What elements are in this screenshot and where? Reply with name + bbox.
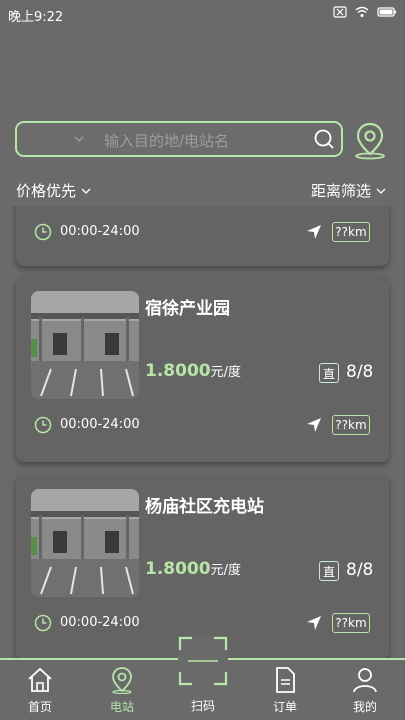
home-icon — [28, 667, 52, 692]
chevron-down-icon — [376, 188, 386, 194]
price-value: 1.8000 — [145, 361, 211, 381]
navigation-arrow-icon[interactable] — [306, 224, 322, 240]
sort-filter-label: 价格优先 — [16, 182, 77, 200]
tab-label: 我的 — [352, 700, 377, 714]
battery-icon — [377, 7, 396, 17]
distance-badge: ??km — [332, 613, 370, 633]
price-unit: 元/度 — [210, 365, 241, 380]
station-name[interactable]: 宿徐产业园 — [145, 294, 230, 319]
distance-filter[interactable]: 距离筛选 — [311, 180, 387, 201]
sort-filter[interactable]: 价格优先 — [16, 180, 92, 201]
scan-icon[interactable] — [178, 636, 228, 686]
close-notification-icon — [333, 6, 347, 18]
station-list[interactable]: 00:00-24:00 ??km 宿徐产业园 1.8000元/度 直 8/8 0… — [0, 206, 405, 658]
search-input[interactable]: 输入目的地/电站名 — [104, 130, 229, 151]
price-value: 1.8000 — [145, 559, 211, 579]
station-hours: 00:00-24:00 — [60, 615, 140, 630]
station-price: 1.8000元/度 — [145, 361, 241, 381]
status-icons — [333, 6, 397, 18]
available-chargers: 8/8 — [346, 362, 374, 382]
station-card[interactable]: 00:00-24:00 ??km — [16, 206, 389, 266]
station-hours: 00:00-24:00 — [60, 224, 140, 239]
direct-charge-badge: 直 — [319, 561, 339, 581]
search-icon[interactable] — [313, 128, 335, 150]
tab-scan-label[interactable]: 扫码 — [173, 697, 233, 714]
chevron-down-icon — [81, 188, 91, 194]
tab-orders[interactable]: 订单 — [255, 660, 315, 720]
chevron-down-icon[interactable] — [73, 133, 85, 145]
station-card[interactable]: 宿徐产业园 1.8000元/度 直 8/8 00:00-24:00 ??km — [16, 276, 389, 462]
tab-home[interactable]: 首页 — [10, 660, 70, 720]
distance-badge: ??km — [332, 415, 370, 435]
distance-badge: ??km — [332, 222, 370, 242]
price-unit: 元/度 — [210, 563, 241, 578]
status-bar: 晚上9:22 — [0, 0, 405, 28]
tab-label: 电站 — [109, 700, 134, 714]
tab-label: 订单 — [272, 700, 297, 714]
clock-icon — [34, 614, 52, 632]
station-name[interactable]: 杨庙社区充电站 — [145, 492, 264, 517]
tab-stations[interactable]: 电站 — [92, 660, 152, 720]
navigation-arrow-icon[interactable] — [306, 615, 322, 631]
document-icon — [276, 667, 295, 693]
station-hours: 00:00-24:00 — [60, 417, 140, 432]
search-bar[interactable]: 输入目的地/电站名 — [15, 121, 343, 157]
wifi-icon — [355, 6, 369, 17]
station-photo — [31, 291, 139, 399]
distance-filter-label: 距离筛选 — [310, 182, 371, 200]
tab-label: 首页 — [27, 700, 52, 714]
clock-icon — [34, 223, 52, 241]
available-chargers: 8/8 — [346, 560, 374, 580]
station-photo — [31, 489, 139, 597]
tab-profile[interactable]: 我的 — [335, 660, 395, 720]
user-icon — [353, 668, 377, 693]
station-price: 1.8000元/度 — [145, 559, 241, 579]
direct-charge-badge: 直 — [319, 363, 339, 383]
location-pin-icon — [112, 667, 132, 694]
navigation-arrow-icon[interactable] — [306, 417, 322, 433]
status-time: 晚上9:22 — [8, 10, 64, 25]
location-pin-icon[interactable] — [350, 120, 390, 160]
station-card[interactable]: 杨庙社区充电站 1.8000元/度 直 8/8 00:00-24:00 ??km — [16, 474, 389, 658]
clock-icon — [34, 416, 52, 434]
